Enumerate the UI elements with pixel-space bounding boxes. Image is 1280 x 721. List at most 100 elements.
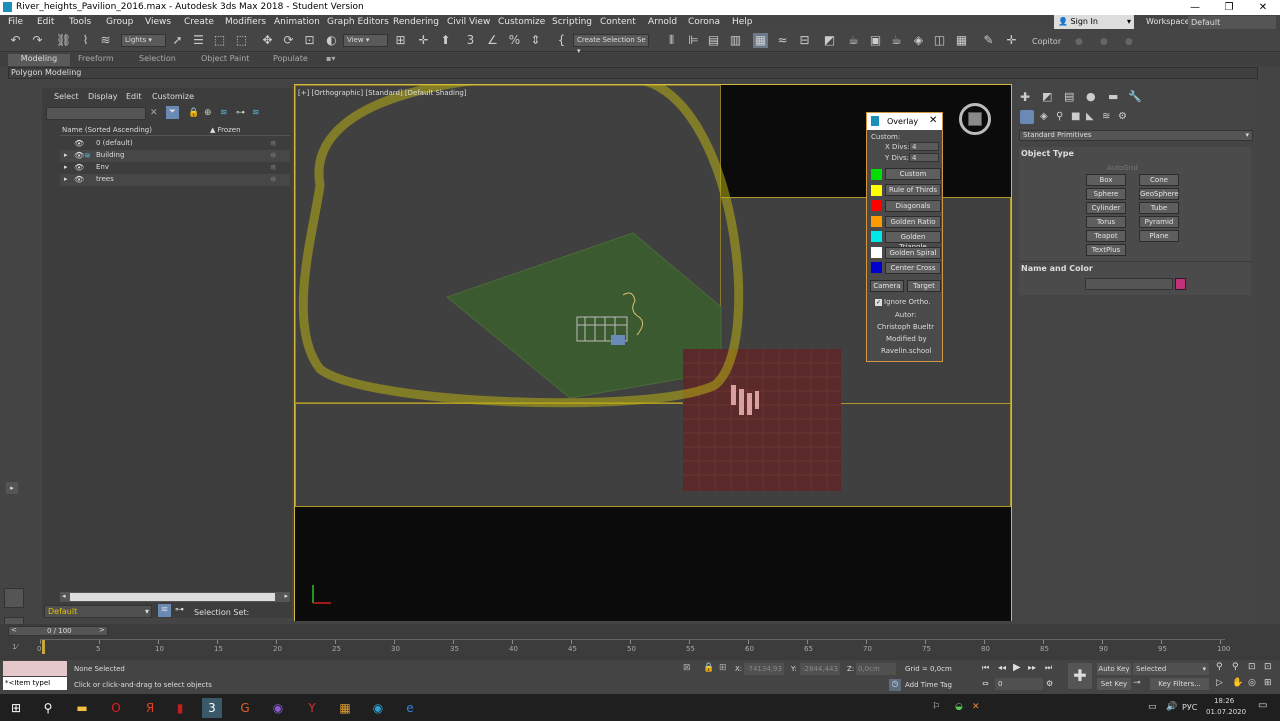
color-swatch-golden-spiral[interactable] <box>871 247 882 258</box>
x-coordinate[interactable]: -74134,93 <box>744 663 784 675</box>
brush-icon[interactable]: ✎ <box>981 33 996 48</box>
scene-menu-select[interactable]: Select <box>54 92 79 101</box>
color-swatch-center-cross[interactable] <box>871 262 882 273</box>
utilities-tab-icon[interactable]: 🔧 <box>1128 90 1142 103</box>
name-color-title[interactable]: Name and Color <box>1021 264 1093 273</box>
yandex-icon[interactable]: Y <box>302 698 322 718</box>
edge-icon[interactable]: e <box>400 698 420 718</box>
layer-toggle-icon[interactable]: ≋ <box>158 604 171 617</box>
camera-button[interactable]: Camera <box>870 280 904 292</box>
viewcube-icon[interactable] <box>968 112 982 126</box>
key-mode-toggle-icon[interactable]: ⇔ <box>982 679 989 688</box>
menu-scripting[interactable]: Scripting <box>552 17 592 27</box>
snowflake-icon[interactable]: ❄ <box>270 151 277 160</box>
color-swatch-golden-triangle[interactable] <box>871 231 882 242</box>
xdivs-spinner[interactable]: 4 <box>909 142 939 151</box>
select-object-icon[interactable]: ➚ <box>170 33 185 48</box>
key-mode-icon[interactable]: 1⁄ <box>12 643 18 651</box>
torus-button[interactable]: Torus <box>1086 216 1126 228</box>
color-swatch-diagonals[interactable] <box>871 200 882 211</box>
center-cross-button[interactable]: Center Cross <box>885 262 941 274</box>
language-indicator[interactable]: РУС <box>1182 703 1197 712</box>
eye-icon[interactable]: 👁 <box>74 139 84 148</box>
golden-spiral-button[interactable]: Golden Spiral <box>885 247 941 259</box>
cone-button[interactable]: Cone <box>1139 174 1179 186</box>
minimize-icon[interactable]: — <box>1178 0 1212 15</box>
viewport-label[interactable]: [+] [Orthographic] [Standard] [Default S… <box>298 89 467 97</box>
color-swatch-custom[interactable] <box>871 169 882 180</box>
ignore-ortho-checkbox[interactable]: ✓ <box>875 299 882 306</box>
copitor-label[interactable]: Copitor <box>1032 37 1061 46</box>
menu-file[interactable]: File <box>8 17 23 27</box>
target-button[interactable]: Target <box>907 280 941 292</box>
cylinder-button[interactable]: Cylinder <box>1086 202 1126 214</box>
menu-create[interactable]: Create <box>184 17 214 27</box>
clear-search-icon[interactable]: ✕ <box>150 108 158 118</box>
lock-icon[interactable]: 🔒 <box>188 108 199 118</box>
table-row[interactable]: ▸ 👁 Env ❄ <box>60 162 290 174</box>
link-icon[interactable]: ⛓ <box>56 33 71 48</box>
geosphere-button[interactable]: GeoSphere <box>1139 188 1179 200</box>
next-frame-icon[interactable]: ▸▸ <box>1028 663 1036 672</box>
zoom-extents-icon[interactable]: ⊡ <box>1248 662 1256 672</box>
table-row[interactable]: ▸ 👁 ≋ Building ❄ <box>60 150 290 162</box>
tab-object-paint[interactable]: Object Paint <box>201 54 249 63</box>
color-swatch-rule-of-thirds[interactable] <box>871 185 882 196</box>
named-selection-dropdown[interactable]: Create Selection Se ▾ <box>573 34 649 55</box>
set-key-plus-icon[interactable]: ✚ <box>1068 663 1092 689</box>
app-orange-icon[interactable]: G <box>235 698 255 718</box>
menu-civil-view[interactable]: Civil View <box>447 17 490 27</box>
tab-populate[interactable]: Populate <box>273 54 308 63</box>
tray-icon[interactable]: ✕ <box>972 702 980 712</box>
toggle-scene-explorer-icon[interactable]: ▤ <box>706 33 721 48</box>
rule-of-thirds-button[interactable]: Rule of Thirds <box>885 184 941 196</box>
keyboard-shortcut-icon[interactable]: ⬆ <box>438 33 453 48</box>
viber-icon[interactable]: ◉ <box>268 698 288 718</box>
column-name-header[interactable]: Name (Sorted Ascending) <box>62 126 152 134</box>
reference-coordinate-dropdown[interactable]: View ▾ <box>343 34 388 47</box>
search-icon[interactable]: ⚲ <box>38 698 58 718</box>
material-editor-icon[interactable]: ◩ <box>822 33 837 48</box>
scrollbar-thumb[interactable] <box>70 593 275 601</box>
move-icon[interactable]: ✥ <box>260 33 275 48</box>
systems-icon[interactable]: ⚙ <box>1118 111 1127 122</box>
play-icon[interactable]: ▶ <box>1013 662 1021 673</box>
render-iterative-icon[interactable]: ◈ <box>911 33 926 48</box>
time-cursor[interactable] <box>42 640 45 654</box>
pyramid-button[interactable]: Pyramid <box>1139 216 1179 228</box>
custom-button[interactable]: Custom <box>885 168 941 180</box>
time-slider[interactable]: < 0 / 100 > <box>8 626 108 636</box>
object-color-swatch[interactable] <box>1175 278 1186 290</box>
yandex-browser-icon[interactable]: Я <box>140 698 160 718</box>
winrar-icon[interactable]: ▦ <box>335 698 355 718</box>
pivot-center-icon[interactable]: ⊞ <box>393 33 408 48</box>
render-setup-icon[interactable]: ☕ <box>846 33 861 48</box>
golden-triangle-button[interactable]: Golden Triangle <box>885 231 941 251</box>
goto-end-icon[interactable]: ⏭ <box>1045 663 1052 673</box>
menu-edit[interactable]: Edit <box>37 17 54 27</box>
auto-key-button[interactable]: Auto Key <box>1097 663 1131 675</box>
add-time-tag-label[interactable]: Add Time Tag <box>905 681 952 689</box>
unlink-icon[interactable]: ⌇ <box>78 33 93 48</box>
diagonals-button[interactable]: Diagonals <box>885 200 941 212</box>
hierarchy-tab-icon[interactable]: ▤ <box>1064 90 1074 103</box>
layer-explorer-icon[interactable]: ⊶ <box>175 605 184 615</box>
menu-customize[interactable]: Customize <box>498 17 545 27</box>
zoom-extents-all-icon[interactable]: ⊡ <box>1264 662 1272 672</box>
object-type-title[interactable]: Object Type <box>1021 149 1074 158</box>
layer-dropdown[interactable]: Default <box>44 605 152 618</box>
bind-space-warp-icon[interactable]: ≋ <box>98 33 113 48</box>
teapot-button[interactable]: Teapot <box>1086 230 1126 242</box>
layer-stack-icon[interactable]: ≋ <box>220 108 228 118</box>
scroll-right-icon[interactable]: ▸ <box>284 592 288 600</box>
select-by-name-icon[interactable]: ☰ <box>191 33 206 48</box>
z-coordinate[interactable]: 0,0cm <box>856 663 896 675</box>
key-set-dropdown[interactable]: Selected ▾ <box>1133 663 1209 675</box>
maxscript-listener-pink[interactable] <box>3 661 67 676</box>
selection-filter-dropdown[interactable]: Lights ▾ <box>121 34 166 47</box>
golden-ratio-button[interactable]: Golden Ratio <box>885 216 941 228</box>
menu-tools[interactable]: Tools <box>69 17 91 27</box>
box-button[interactable]: Box <box>1086 174 1126 186</box>
display-tab-icon[interactable]: ▬ <box>1108 90 1118 103</box>
scale-icon[interactable]: ⊡ <box>302 33 317 48</box>
